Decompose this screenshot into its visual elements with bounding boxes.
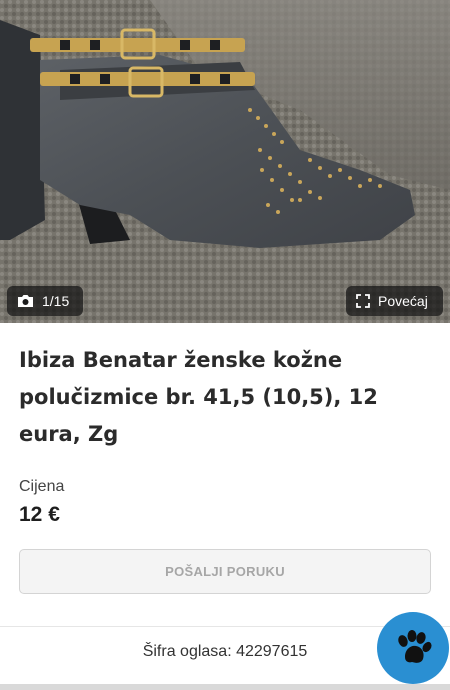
- camera-icon: [18, 295, 33, 307]
- listing-photo[interactable]: [0, 0, 450, 323]
- send-message-button[interactable]: POŠALJI PORUKU: [19, 549, 431, 594]
- zoom-button[interactable]: Povećaj: [346, 286, 443, 316]
- zoom-label: Povećaj: [378, 293, 428, 309]
- expand-icon: [356, 294, 370, 308]
- bottom-bar: [0, 684, 450, 690]
- paw-icon: [398, 630, 432, 663]
- price-label: Cijena: [19, 478, 65, 495]
- assistant-button[interactable]: [377, 612, 449, 684]
- photo-counter: 1/15: [7, 286, 83, 316]
- photo-counter-text: 1/15: [42, 293, 70, 309]
- price-value: 12 €: [19, 503, 60, 526]
- listing-title: Ibiza Benatar ženske kožne polučizmice b…: [19, 348, 378, 446]
- photo-gallery[interactable]: 1/15 Povećaj: [0, 0, 450, 323]
